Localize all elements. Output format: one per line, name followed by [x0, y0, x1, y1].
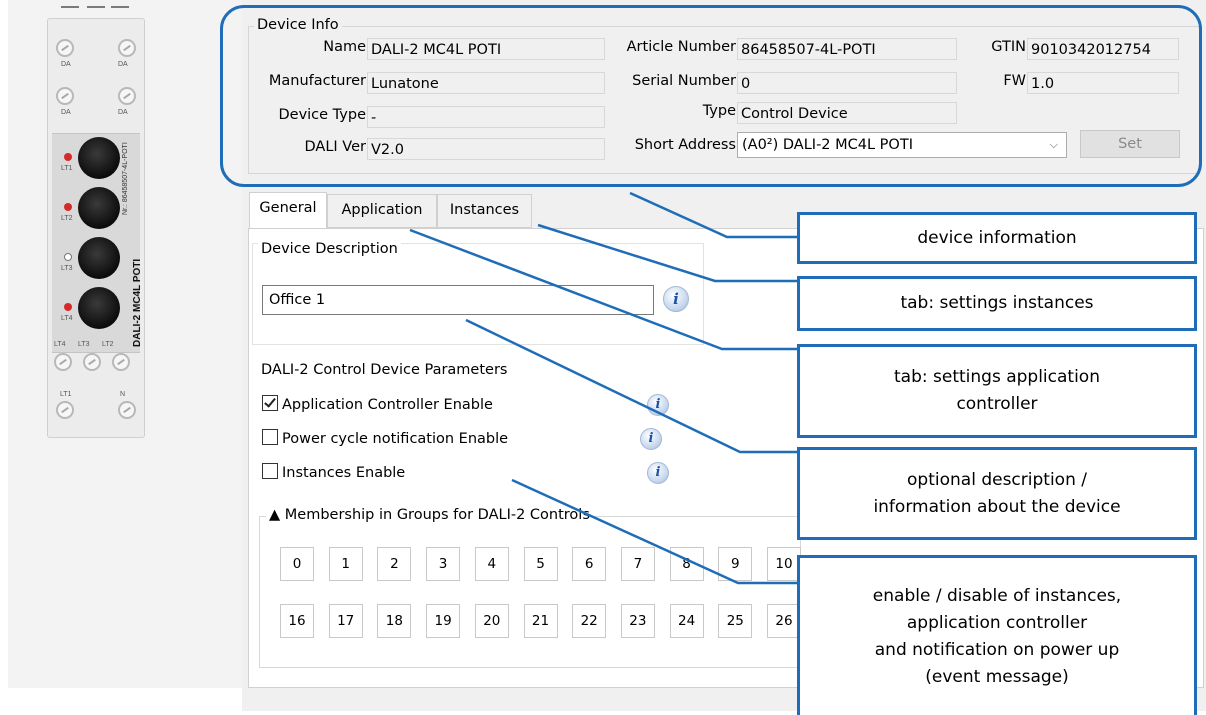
callout-application-tab: tab: settings application controller: [797, 344, 1197, 438]
connector-enable-instances: [511, 478, 797, 585]
callout-enable-instances: enable / disable of instances, applicati…: [797, 555, 1197, 715]
callout-instances-tab: tab: settings instances: [797, 276, 1197, 331]
connector-description: [465, 318, 797, 454]
connector-device-info: [629, 191, 797, 239]
callout-description: optional description / information about…: [797, 447, 1197, 540]
callout-device-information: device information: [797, 212, 1197, 264]
connector-instances-tab: [537, 223, 797, 283]
connector-application-tab: [409, 228, 797, 351]
